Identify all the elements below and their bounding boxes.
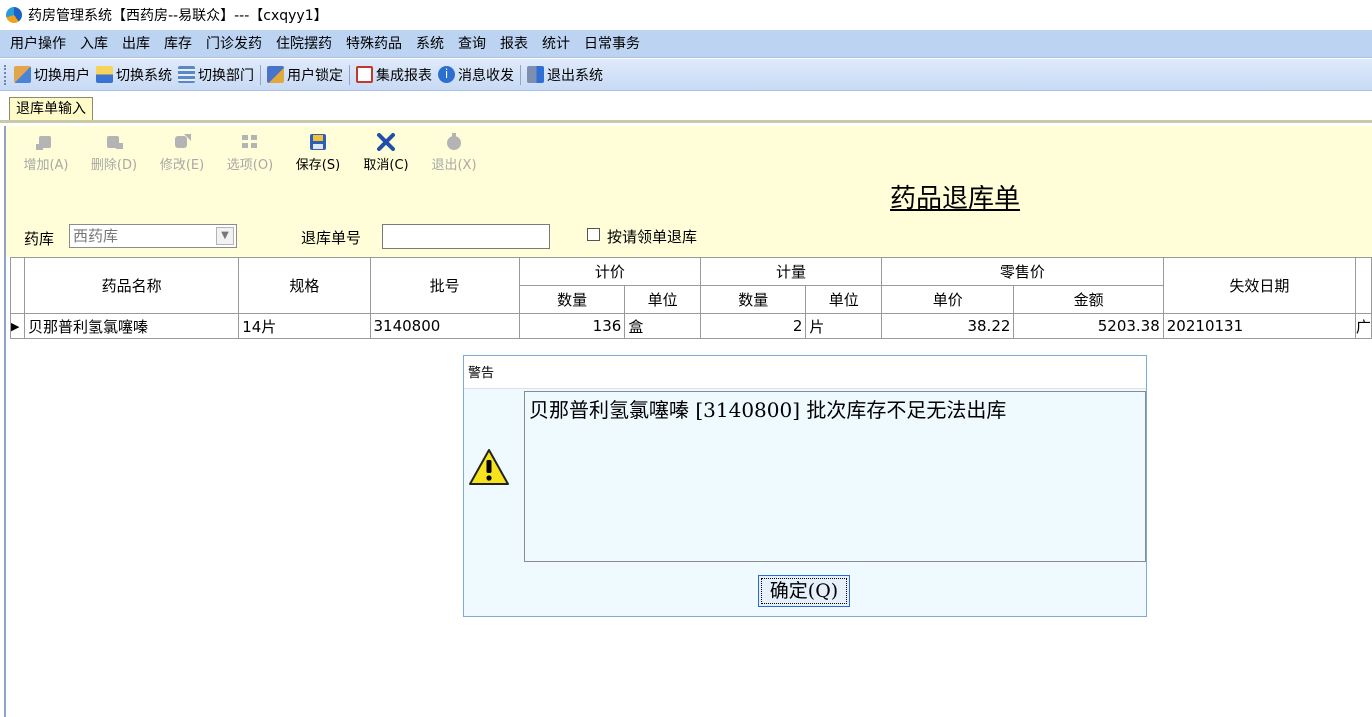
menu-reports[interactable]: 报表 [494, 33, 534, 55]
menu-bar: 用户操作 入库 出库 库存 门诊发药 住院摆药 特殊药品 系统 查询 报表 统计… [0, 30, 1372, 58]
exit-door-icon [527, 66, 544, 83]
menu-inpatient[interactable]: 住院摆药 [270, 33, 338, 55]
menu-inventory[interactable]: 库存 [158, 33, 198, 55]
info-icon: i [438, 66, 455, 83]
col-batch[interactable]: 批号 [369, 257, 520, 314]
edit-icon [171, 132, 193, 152]
cell-unit-price[interactable]: 38.22 [881, 313, 1015, 339]
cancel-x-icon [375, 132, 397, 152]
menu-system[interactable]: 系统 [410, 33, 450, 55]
order-number-label: 退库单号 [301, 229, 362, 247]
col-measure-qty[interactable]: 数量 [699, 285, 807, 314]
exit-button[interactable]: 退出(X) [420, 132, 488, 173]
save-icon [307, 132, 329, 152]
tab-strip: 退库单输入 [0, 91, 1372, 125]
form-area: 增加(A) 删除(D) 修改(E) 选项(O) 保存(S) 取消(C) 退出(X… [6, 126, 1372, 257]
switch-dept-button[interactable]: 切换部门 [175, 63, 257, 87]
switch-system-icon [96, 66, 113, 83]
cell-measure-qty[interactable]: 2 [699, 313, 807, 339]
title-bar: 药房管理系统【西药房--易联众】---【cxqyy1】 [0, 0, 1372, 30]
window-title: 药房管理系统【西药房--易联众】---【cxqyy1】 [28, 8, 328, 24]
col-price-qty[interactable]: 数量 [518, 285, 626, 314]
cancel-button[interactable]: 取消(C) [352, 132, 420, 173]
menu-special-drugs[interactable]: 特殊药品 [340, 33, 408, 55]
col-expiry[interactable]: 失效日期 [1162, 257, 1356, 314]
grid-header-row: 药品名称 规格 批号 计价 计量 零售价 失效日期 [10, 257, 1372, 314]
col-measure-unit[interactable]: 单位 [805, 285, 883, 314]
toolbar-grip[interactable] [4, 64, 7, 85]
users-icon [14, 66, 31, 83]
exit-system-button[interactable]: 退出系统 [524, 63, 606, 87]
menu-inbound[interactable]: 入库 [74, 33, 114, 55]
warning-icon [469, 449, 509, 485]
menu-statistics[interactable]: 统计 [536, 33, 576, 55]
tab-underline [0, 120, 1372, 123]
col-unit-price[interactable]: 单价 [881, 285, 1015, 314]
col-group-pricing: 计价 [518, 257, 701, 286]
app-logo-icon [6, 7, 22, 23]
row-header-corner [10, 257, 25, 314]
dialog-title: 警告 [464, 356, 1146, 389]
pharmacy-label: 药库 [24, 230, 55, 248]
message-button[interactable]: i 消息收发 [435, 63, 517, 87]
current-row-marker: ▶ [10, 313, 25, 339]
col-spec[interactable]: 规格 [238, 257, 371, 314]
cell-expiry[interactable]: 20210131 [1162, 313, 1356, 339]
menu-daily-affairs[interactable]: 日常事务 [578, 33, 646, 55]
by-request-checkbox[interactable] [587, 228, 600, 241]
cell-extra[interactable]: 广 [1354, 313, 1372, 339]
cell-measure-unit[interactable]: 片 [805, 313, 883, 339]
pharmacy-select[interactable]: 西药库 ▼ [69, 224, 237, 248]
cell-price-qty[interactable]: 136 [518, 313, 626, 339]
action-bar: 增加(A) 删除(D) 修改(E) 选项(O) 保存(S) 取消(C) 退出(X… [12, 132, 488, 173]
col-extra [1354, 257, 1372, 314]
toolbar-separator [349, 64, 350, 85]
menu-outpatient[interactable]: 门诊发药 [200, 33, 268, 55]
table-row[interactable]: ▶ 贝那普利氢氯噻嗪 14片 3140800 136 盒 2 片 38.22 5… [10, 313, 1372, 339]
col-drug-name[interactable]: 药品名称 [23, 257, 240, 314]
user-lock-icon [267, 66, 284, 83]
drug-grid: 药品名称 规格 批号 计价 计量 零售价 失效日期 数量 单位 数量 单位 单价… [10, 257, 1372, 339]
save-button[interactable]: 保存(S) [284, 132, 352, 173]
switch-system-button[interactable]: 切换系统 [93, 63, 175, 87]
exit-icon [443, 132, 465, 152]
dialog-message: 贝那普利氢氯噻嗪 [3140800] 批次库存不足无法出库 [524, 391, 1146, 562]
edit-button[interactable]: 修改(E) [148, 132, 216, 173]
document-title: 药品退库单 [890, 184, 1021, 214]
user-lock-button[interactable]: 用户锁定 [264, 63, 346, 87]
integrated-report-button[interactable]: 集成报表 [353, 63, 435, 87]
delete-icon [103, 132, 125, 152]
add-button[interactable]: 增加(A) [12, 132, 80, 173]
report-icon [356, 66, 373, 83]
by-request-label: 按请领单退库 [607, 228, 698, 246]
col-amount[interactable]: 金额 [1013, 285, 1164, 314]
order-number-input[interactable] [382, 224, 550, 249]
cell-drug-name[interactable]: 贝那普利氢氯噻嗪 [23, 313, 240, 339]
cell-batch[interactable]: 3140800 [369, 313, 520, 339]
cell-spec[interactable]: 14片 [238, 313, 371, 339]
col-group-measure: 计量 [699, 257, 883, 286]
toolbar: 切换用户 切换系统 切换部门 用户锁定 集成报表 i 消息收发 退出系统 [0, 59, 1372, 91]
chevron-down-icon[interactable]: ▼ [216, 227, 234, 245]
col-group-retail: 零售价 [881, 257, 1164, 286]
warning-dialog: 警告 贝那普利氢氯噻嗪 [3140800] 批次库存不足无法出库 确定(Q) [463, 355, 1147, 617]
toolbar-separator [520, 64, 521, 85]
switch-user-button[interactable]: 切换用户 [11, 63, 93, 87]
cell-amount[interactable]: 5203.38 [1013, 313, 1164, 339]
options-button[interactable]: 选项(O) [216, 132, 284, 173]
department-icon [178, 66, 195, 83]
ok-button[interactable]: 确定(Q) [758, 575, 850, 607]
menu-outbound[interactable]: 出库 [116, 33, 156, 55]
options-icon [239, 132, 261, 152]
pharmacy-select-value: 西药库 [73, 227, 119, 245]
delete-button[interactable]: 删除(D) [80, 132, 148, 173]
add-icon [35, 132, 57, 152]
menu-query[interactable]: 查询 [452, 33, 492, 55]
toolbar-separator [260, 64, 261, 85]
menu-user-ops[interactable]: 用户操作 [4, 33, 72, 55]
cell-price-unit[interactable]: 盒 [624, 313, 701, 339]
tab-return-order-input[interactable]: 退库单输入 [9, 97, 93, 121]
col-price-unit[interactable]: 单位 [624, 285, 701, 314]
